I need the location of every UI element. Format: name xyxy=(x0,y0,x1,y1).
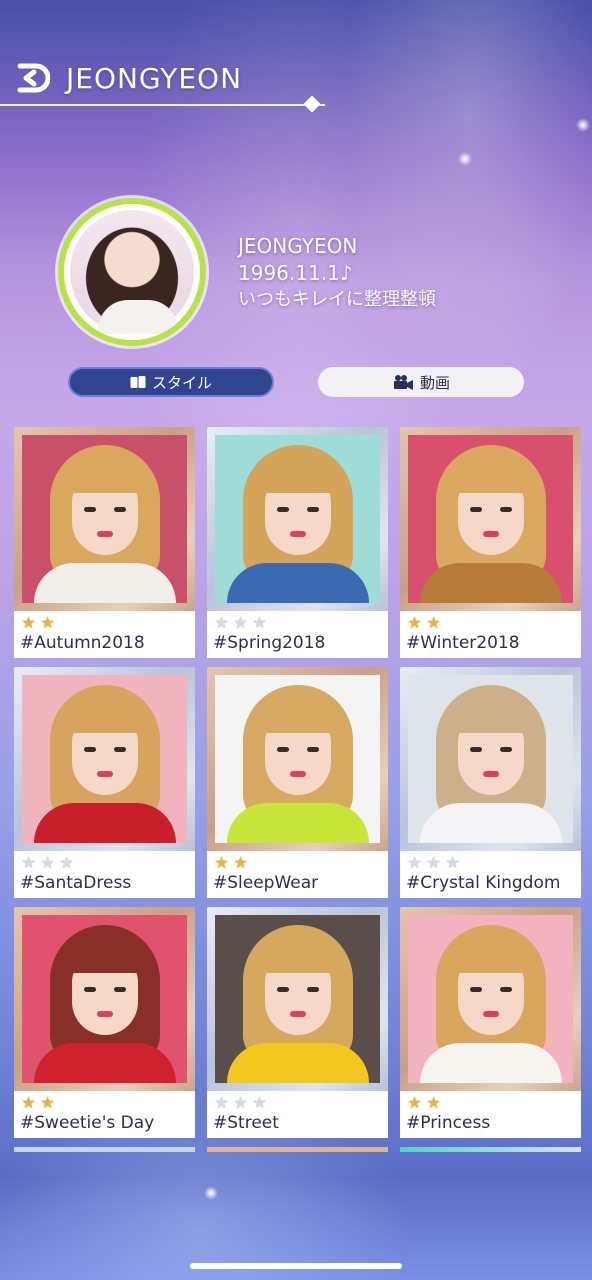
star-icon: ★ xyxy=(214,1093,229,1112)
style-card[interactable]: ★ ★ #Princess xyxy=(400,907,581,1138)
style-card-label: #SleepWear xyxy=(213,873,319,893)
star-icon: ★ xyxy=(407,853,422,872)
avatar-image xyxy=(70,210,194,334)
profile-motto: いつもキレイに整理整頓 xyxy=(238,289,436,310)
style-card-label: #Winter2018 xyxy=(406,633,520,653)
header: JEONGYEON xyxy=(0,52,592,113)
profile-info: JEONGYEON 1996.11.1♪ いつもキレイに整理整頓 xyxy=(238,233,436,313)
style-card-photo xyxy=(408,435,573,603)
rarity-stars: ★ ★ xyxy=(213,854,382,872)
video-camera-icon xyxy=(393,375,413,390)
style-card-caption: ★ ★ ★ #SantaDress xyxy=(14,851,195,898)
style-card-photo xyxy=(22,675,187,843)
star-icon: ★ xyxy=(59,853,74,872)
style-card-photo xyxy=(408,915,573,1083)
back-arrow-icon[interactable] xyxy=(14,60,50,96)
card-stack-icon xyxy=(130,376,146,388)
style-card-caption: ★ ★ #Autumn2018 xyxy=(14,611,195,658)
star-icon: ★ xyxy=(40,1093,55,1112)
tab-style-label: スタイル xyxy=(151,373,212,392)
sparkle xyxy=(204,1186,218,1200)
style-card-caption: ★ ★ #Sweetie's Day xyxy=(14,1091,195,1138)
style-card-label: #Spring2018 xyxy=(213,633,326,653)
style-card-photo xyxy=(215,675,380,843)
star-icon: ★ xyxy=(214,853,229,872)
star-icon: ★ xyxy=(407,1093,422,1112)
profile-birthday: 1996.11.1♪ xyxy=(238,261,353,285)
style-card-label: #Crystal Kingdom xyxy=(406,873,561,893)
style-card[interactable]: ★ ★ #Sweetie's Day xyxy=(14,907,195,1138)
style-card[interactable]: ★ ★ #SleepWear xyxy=(207,667,388,898)
star-icon: ★ xyxy=(233,613,248,632)
style-card-caption: ★ ★ ★ #Street xyxy=(207,1091,388,1138)
style-card[interactable]: ★ ★ ★ #Spring2018 xyxy=(207,427,388,658)
style-card-photo xyxy=(215,915,380,1083)
star-icon: ★ xyxy=(407,613,422,632)
style-card-caption: ★ ★ ★ #Spring2018 xyxy=(207,611,388,658)
rarity-stars: ★ ★ ★ xyxy=(213,614,382,632)
style-card-photo xyxy=(408,675,573,843)
home-indicator[interactable] xyxy=(190,1263,402,1269)
star-icon: ★ xyxy=(426,853,441,872)
tab-style[interactable]: スタイル xyxy=(68,367,274,397)
style-card-photo xyxy=(22,435,187,603)
style-card-label: #SantaDress xyxy=(20,873,132,893)
tab-video[interactable]: 動画 xyxy=(318,367,524,397)
rarity-stars: ★ ★ ★ xyxy=(406,854,575,872)
star-icon: ★ xyxy=(233,1093,248,1112)
star-icon: ★ xyxy=(426,1093,441,1112)
next-row-peek xyxy=(14,1147,195,1152)
style-card[interactable]: ★ ★ ★ #Street xyxy=(207,907,388,1138)
next-row-peek xyxy=(207,1147,388,1152)
star-icon: ★ xyxy=(40,853,55,872)
style-card[interactable]: ★ ★ #Winter2018 xyxy=(400,427,581,658)
divider-ornament xyxy=(303,95,321,113)
style-card-label: #Princess xyxy=(406,1113,491,1133)
style-card[interactable]: ★ ★ #Autumn2018 xyxy=(14,427,195,658)
page-title: JEONGYEON xyxy=(66,62,243,95)
style-card-label: #Autumn2018 xyxy=(20,633,145,653)
avatar[interactable] xyxy=(58,198,206,346)
star-icon: ★ xyxy=(426,613,441,632)
style-card-caption: ★ ★ #Princess xyxy=(400,1091,581,1138)
star-icon: ★ xyxy=(445,853,460,872)
style-card-label: #Sweetie's Day xyxy=(20,1113,155,1133)
style-card[interactable]: ★ ★ ★ #SantaDress xyxy=(14,667,195,898)
rarity-stars: ★ ★ xyxy=(406,614,575,632)
header-divider xyxy=(0,104,325,106)
next-row-peek xyxy=(400,1147,581,1152)
star-icon: ★ xyxy=(21,613,36,632)
star-icon: ★ xyxy=(21,1093,36,1112)
style-card-label: #Street xyxy=(213,1113,279,1133)
star-icon: ★ xyxy=(40,613,55,632)
rarity-stars: ★ ★ ★ xyxy=(213,1094,382,1112)
style-card-photo xyxy=(22,915,187,1083)
rarity-stars: ★ ★ xyxy=(20,1094,189,1112)
star-icon: ★ xyxy=(214,613,229,632)
sparkle xyxy=(458,152,472,166)
profile-name: JEONGYEON xyxy=(238,234,358,258)
rarity-stars: ★ ★ ★ xyxy=(20,854,189,872)
style-card-photo xyxy=(215,435,380,603)
star-icon: ★ xyxy=(252,613,267,632)
rarity-stars: ★ ★ xyxy=(406,1094,575,1112)
star-icon: ★ xyxy=(233,853,248,872)
tab-video-label: 動画 xyxy=(419,373,450,392)
style-card-caption: ★ ★ #Winter2018 xyxy=(400,611,581,658)
style-card-caption: ★ ★ ★ #Crystal Kingdom xyxy=(400,851,581,898)
star-icon: ★ xyxy=(252,1093,267,1112)
star-icon: ★ xyxy=(21,853,36,872)
style-card-caption: ★ ★ #SleepWear xyxy=(207,851,388,898)
style-card[interactable]: ★ ★ ★ #Crystal Kingdom xyxy=(400,667,581,898)
rarity-stars: ★ ★ xyxy=(20,614,189,632)
sparkle xyxy=(576,118,590,132)
